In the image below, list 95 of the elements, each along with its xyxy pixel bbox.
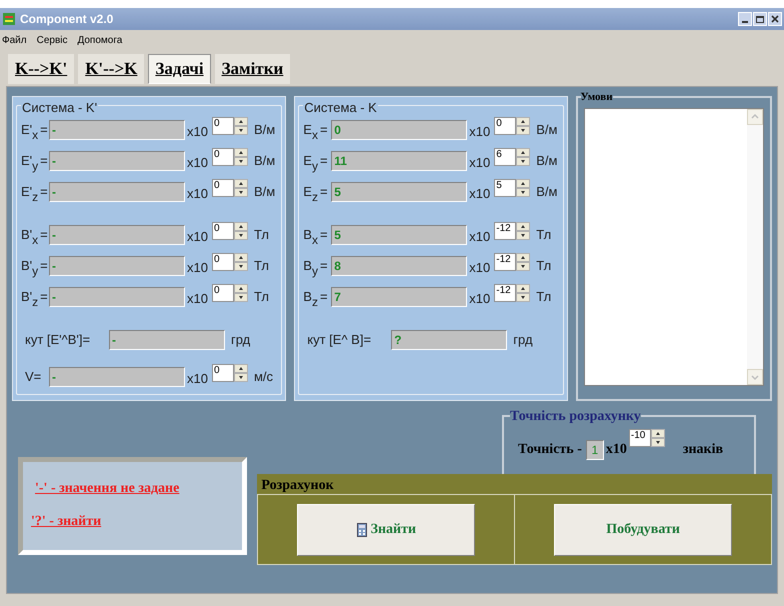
exponent-field[interactable]: -10 bbox=[628, 429, 651, 447]
field-label: E'z= bbox=[21, 182, 49, 202]
exponent-field[interactable]: 0 bbox=[212, 364, 234, 382]
field-label: B'z= bbox=[21, 288, 49, 306]
field-label: E'y= bbox=[21, 152, 49, 170]
field-label: Bz= bbox=[303, 288, 329, 306]
unit-text: Тл bbox=[254, 226, 269, 244]
exponent-field[interactable]: 5 bbox=[494, 178, 516, 196]
unit-text: грд bbox=[231, 330, 250, 349]
field-label: E'x= bbox=[21, 120, 49, 140]
spinner-arrows-icon[interactable] bbox=[516, 284, 530, 302]
multiplier-text: x10 bbox=[469, 184, 490, 203]
multiplier-text: x10 bbox=[469, 154, 490, 172]
multiplier-text: x10 bbox=[187, 258, 208, 277]
menu-item[interactable]: Сервіс bbox=[36, 32, 68, 48]
spinner-arrows-icon[interactable] bbox=[516, 178, 530, 196]
precision-label: Точність - bbox=[518, 441, 582, 459]
field-label: B'x= bbox=[21, 226, 49, 244]
spinner-arrows-icon[interactable] bbox=[234, 178, 248, 196]
unit-text: Тл bbox=[536, 226, 552, 244]
exponent-field[interactable]: 0 bbox=[212, 116, 234, 134]
unit-text: Тл bbox=[536, 256, 552, 275]
multiplier-text: x10 bbox=[469, 290, 490, 308]
field-label: Bx= bbox=[303, 226, 329, 244]
calculator-icon bbox=[356, 522, 367, 536]
unit-text: В/м bbox=[536, 152, 558, 170]
exponent-field[interactable]: 6 bbox=[494, 148, 516, 166]
spinner-arrows-icon[interactable] bbox=[234, 364, 248, 382]
multiplier-text: x10 bbox=[469, 258, 490, 277]
unit-text: Тл bbox=[254, 288, 269, 306]
maximize-icon[interactable] bbox=[753, 12, 767, 26]
unit-text: м/с bbox=[254, 368, 274, 386]
multiplier-text: x10 bbox=[187, 184, 208, 203]
exponent-field[interactable]: 0 bbox=[212, 284, 234, 302]
multiplier-text: x10 bbox=[187, 290, 208, 308]
tab[interactable]: K-->K' bbox=[8, 54, 74, 84]
scroll-up-icon[interactable] bbox=[747, 109, 764, 125]
tab[interactable]: Замітки bbox=[214, 54, 290, 84]
spinner-arrows-icon[interactable] bbox=[516, 222, 530, 240]
spinner-arrows-icon[interactable] bbox=[234, 284, 248, 302]
unit-text: В/м bbox=[254, 182, 276, 201]
spinner-arrows-icon[interactable] bbox=[650, 429, 665, 447]
multiplier-text: x10 bbox=[187, 154, 208, 172]
exponent-field[interactable]: -12 bbox=[494, 222, 516, 240]
multiplier-text: x10 bbox=[187, 370, 208, 388]
minimize-icon[interactable] bbox=[738, 12, 752, 26]
scroll-down-icon[interactable] bbox=[747, 369, 764, 385]
spinner-arrows-icon[interactable] bbox=[234, 222, 248, 240]
scrollbar[interactable] bbox=[747, 109, 764, 385]
exponent-field[interactable]: -12 bbox=[494, 252, 516, 270]
multiplier-text: x10 bbox=[187, 228, 208, 246]
spinner-arrows-icon[interactable] bbox=[234, 116, 248, 134]
spinner-arrows-icon[interactable] bbox=[516, 148, 530, 166]
app-icon bbox=[2, 12, 16, 26]
unit-text: Тл bbox=[254, 256, 269, 275]
conditions-text-area[interactable] bbox=[584, 108, 764, 386]
unit-text: знаків bbox=[682, 441, 724, 459]
field-label: B'y= bbox=[21, 256, 49, 276]
multiplier-text: x10 bbox=[187, 122, 208, 141]
field-label: By= bbox=[303, 256, 329, 276]
exponent-field[interactable]: -12 bbox=[494, 284, 516, 302]
field-label: Ez= bbox=[303, 182, 329, 202]
menu-item[interactable]: Допомога bbox=[77, 32, 122, 48]
spinner-arrows-icon[interactable] bbox=[234, 148, 248, 166]
multiplier-text: x10 bbox=[469, 228, 490, 246]
exponent-field[interactable]: 0 bbox=[212, 222, 234, 240]
spinner-arrows-icon[interactable] bbox=[516, 252, 530, 270]
field-label: кут [E'^B']= bbox=[25, 330, 92, 349]
field-label: Ey= bbox=[303, 152, 329, 170]
field-label: Ex= bbox=[303, 120, 329, 140]
multiplier-text: x10 bbox=[469, 122, 490, 141]
unit-text: В/м bbox=[254, 152, 276, 170]
plot-button[interactable]: Побудувати bbox=[554, 504, 732, 556]
window-title: Component v2.0 bbox=[20, 11, 114, 28]
field-label: V= bbox=[25, 368, 42, 386]
field-label: кут [E^ B]= bbox=[307, 330, 372, 349]
exponent-field[interactable]: 0 bbox=[212, 252, 234, 270]
exponent-field[interactable]: 0 bbox=[212, 148, 234, 166]
find-button[interactable]: Знайти bbox=[297, 504, 476, 556]
exponent-field[interactable]: 0 bbox=[494, 116, 516, 134]
unit-text: В/м bbox=[254, 120, 276, 139]
menu-item[interactable]: Файл bbox=[2, 32, 27, 48]
tab[interactable]: K'-->K bbox=[78, 54, 144, 84]
spinner-arrows-icon[interactable] bbox=[234, 252, 248, 270]
unit-text: грд bbox=[513, 330, 533, 349]
legend-text: '-' - значення не задане bbox=[34, 480, 180, 498]
unit-text: Тл bbox=[536, 288, 552, 306]
unit-text: В/м bbox=[536, 182, 558, 201]
spinner-arrows-icon[interactable] bbox=[516, 116, 530, 134]
exponent-field[interactable]: 0 bbox=[212, 178, 234, 196]
tab[interactable]: Задачі bbox=[148, 54, 211, 84]
legend-text: '?' - знайти bbox=[31, 513, 102, 531]
close-icon[interactable] bbox=[768, 12, 782, 26]
multiplier-text: x10 bbox=[606, 441, 627, 459]
unit-text: В/м bbox=[536, 120, 558, 139]
